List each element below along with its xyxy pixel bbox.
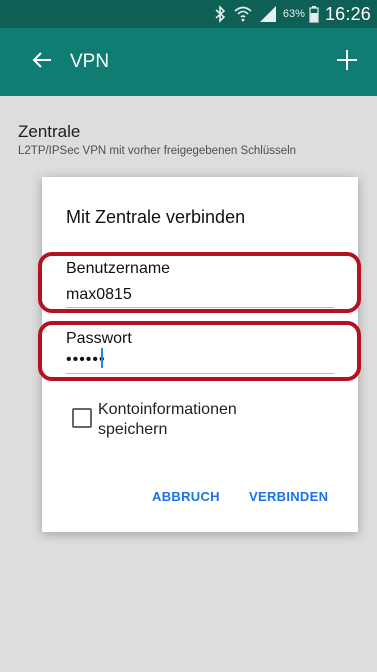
battery-icon [309, 5, 319, 23]
wifi-icon [233, 5, 253, 23]
username-highlight [38, 252, 361, 313]
add-vpn-button[interactable] [327, 42, 367, 82]
connect-button[interactable]: VERBINDEN [249, 489, 328, 504]
save-account-label[interactable]: Kontoinformationen speichern [98, 400, 298, 440]
save-account-checkbox[interactable] [72, 408, 92, 428]
back-button[interactable] [22, 42, 62, 82]
status-bar: 63% 16:26 [0, 0, 377, 28]
clock: 16:26 [324, 3, 371, 24]
signal-icon [259, 5, 277, 23]
arrow-left-icon [32, 51, 52, 74]
cancel-button[interactable]: ABBRUCH [152, 489, 220, 504]
bluetooth-icon [213, 5, 227, 23]
plus-icon [336, 49, 358, 76]
app-bar: VPN [0, 28, 377, 96]
password-highlight [38, 321, 361, 381]
phone-screen: 63% 16:26 VPN Zentrale L2TP/IPSec VPN mi… [0, 0, 377, 672]
battery-percent: 63% [282, 8, 305, 20]
page-title: VPN [70, 51, 110, 72]
dialog-title: Mit Zentrale verbinden [66, 207, 246, 227]
